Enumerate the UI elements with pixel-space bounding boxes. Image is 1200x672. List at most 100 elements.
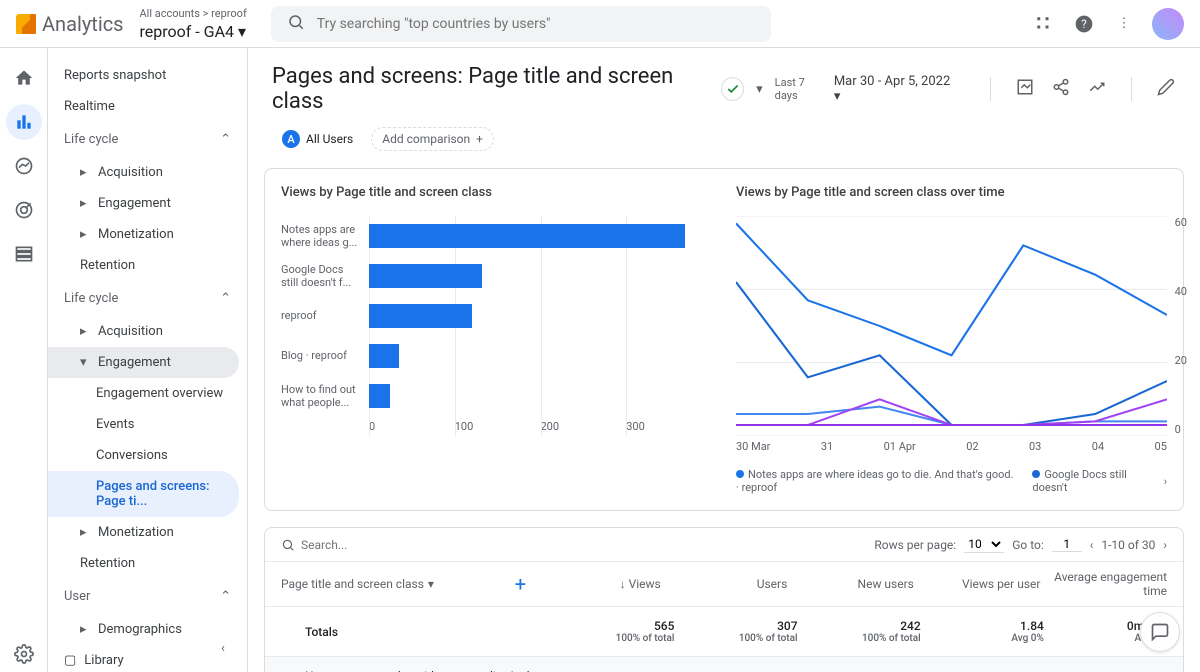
- sidebar-item-engagement-2[interactable]: ▾Engagement: [48, 347, 239, 378]
- sidebar-group-lifecycle-1[interactable]: Life cycle ⌃: [48, 122, 247, 157]
- line-chart: Views by Page title and screen class ove…: [736, 185, 1167, 494]
- search-box[interactable]: [271, 6, 771, 42]
- chevron-up-icon: ⌃: [220, 291, 231, 306]
- goto-input[interactable]: [1052, 537, 1082, 552]
- main-content: Pages and screens: Page title and screen…: [248, 48, 1200, 672]
- legend-item[interactable]: Google Docs still doesn't: [1032, 468, 1147, 494]
- verified-icon[interactable]: [721, 77, 744, 101]
- rows-per-page-select[interactable]: 10: [964, 536, 1004, 553]
- dimension-header[interactable]: Page title and screen class: [281, 577, 424, 591]
- chevron-up-icon: ⌃: [220, 132, 231, 147]
- rows-per-page-label: Rows per page:: [874, 538, 956, 552]
- rail-settings-icon[interactable]: [6, 636, 42, 672]
- report-header: Pages and screens: Page title and screen…: [248, 48, 1200, 122]
- plus-icon: +: [476, 132, 483, 146]
- chevron-up-icon: ⌃: [220, 589, 231, 604]
- dropdown-icon[interactable]: ▾: [756, 82, 763, 97]
- nav-rail: [0, 48, 48, 672]
- sidebar-item-conversions[interactable]: Conversions: [48, 440, 247, 471]
- th-views[interactable]: ↓ Views: [534, 577, 661, 591]
- app-name: Analytics: [42, 12, 124, 36]
- sidebar-item-snapshot[interactable]: Reports snapshot: [48, 60, 247, 91]
- bar-row[interactable]: Notes apps are where ideas g...: [281, 216, 712, 256]
- page-next-icon[interactable]: ›: [1163, 538, 1167, 552]
- sidebar-group-label: User: [64, 589, 90, 604]
- totals-label: Totals: [305, 625, 551, 639]
- page-prev-icon[interactable]: ‹: [1090, 538, 1094, 552]
- table-row[interactable]: 1 Notes apps are where ideas go to die. …: [265, 657, 1183, 672]
- add-comparison-button[interactable]: Add comparison +: [371, 127, 494, 151]
- feedback-button[interactable]: [1140, 612, 1180, 652]
- top-bar: Analytics All accounts > reproof reproof…: [0, 0, 1200, 48]
- sidebar-item-monetization-2[interactable]: ▸Monetization: [48, 517, 247, 548]
- th-new-users[interactable]: New users: [787, 577, 914, 591]
- comparison-badge-a: A: [282, 130, 300, 148]
- date-range-picker[interactable]: Mar 30 - Apr 5, 2022 ▾: [834, 74, 954, 104]
- legend-item[interactable]: Notes apps are where ideas go to die. An…: [736, 468, 1016, 494]
- bar-chart: Views by Page title and screen class Not…: [281, 185, 712, 494]
- rail-advertising-icon[interactable]: [6, 192, 42, 228]
- line-chart-title: Views by Page title and screen class ove…: [736, 185, 1167, 200]
- comparison-all-users[interactable]: A All Users: [272, 126, 363, 152]
- share-icon[interactable]: [1051, 77, 1071, 97]
- totals-row: Totals 565100% of total 307100% of total…: [265, 607, 1183, 657]
- sidebar-group-user[interactable]: User ⌃: [48, 579, 247, 614]
- sidebar-item-retention-2[interactable]: Retention: [48, 548, 247, 579]
- sidebar-group-label: Life cycle: [64, 132, 118, 147]
- help-icon[interactable]: ?: [1072, 12, 1096, 36]
- data-table: Rows per page: 10 Go to: ‹ 1-10 of 30 › …: [264, 527, 1184, 672]
- add-dimension-icon[interactable]: +: [515, 572, 526, 596]
- breadcrumb[interactable]: All accounts > reproof: [140, 7, 247, 20]
- sidebar-item-retention-1[interactable]: Retention: [48, 250, 247, 281]
- bar-row[interactable]: Google Docs still doesn't f...: [281, 256, 712, 296]
- rail-configure-icon[interactable]: [6, 236, 42, 272]
- collapse-sidebar-button[interactable]: ‹: [211, 636, 235, 660]
- analytics-logo-icon: [16, 14, 36, 34]
- date-label: Last 7 days: [775, 76, 828, 102]
- property-selector[interactable]: reproof - GA4 ▾: [140, 22, 247, 41]
- edit-icon[interactable]: [1156, 77, 1176, 97]
- th-avg-engagement[interactable]: Average engagement time: [1040, 570, 1167, 598]
- sidebar-item-pages-screens[interactable]: Pages and screens: Page ti...: [48, 471, 239, 517]
- dropdown-icon[interactable]: ▾: [428, 577, 434, 591]
- table-header-row: Page title and screen class ▾ + ↓ Views …: [265, 562, 1183, 607]
- sidebar-item-events[interactable]: Events: [48, 409, 247, 440]
- customize-icon[interactable]: [1015, 77, 1035, 97]
- rail-reports-icon[interactable]: [6, 104, 42, 140]
- svg-text:?: ?: [1081, 17, 1087, 31]
- sidebar-item-acquisition-1[interactable]: ▸Acquisition: [48, 157, 247, 188]
- sidebar-item-engagement-1[interactable]: ▸Engagement: [48, 188, 247, 219]
- sidebar-item-realtime[interactable]: Realtime: [48, 91, 247, 122]
- th-users[interactable]: Users: [661, 577, 788, 591]
- bar-chart-title: Views by Page title and screen class: [281, 185, 712, 200]
- logo[interactable]: Analytics: [16, 12, 124, 36]
- page-range: 1-10 of 30: [1101, 538, 1155, 552]
- legend-next-icon[interactable]: ›: [1164, 475, 1167, 488]
- sidebar-group-label: Life cycle: [64, 291, 118, 306]
- comparison-row: A All Users Add comparison +: [248, 122, 1200, 168]
- sidebar: Reports snapshot Realtime Life cycle ⌃ ▸…: [48, 48, 248, 672]
- sidebar-item-monetization-1[interactable]: ▸Monetization: [48, 219, 247, 250]
- charts-card: Views by Page title and screen class Not…: [264, 168, 1184, 511]
- rail-explore-icon[interactable]: [6, 148, 42, 184]
- th-views-per-user[interactable]: Views per user: [914, 577, 1041, 591]
- search-input[interactable]: [317, 16, 755, 32]
- library-icon: ▢: [64, 653, 76, 668]
- insights-icon[interactable]: [1087, 77, 1107, 97]
- more-icon[interactable]: ⋮: [1112, 12, 1136, 36]
- table-search[interactable]: [281, 538, 401, 552]
- apps-icon[interactable]: [1032, 12, 1056, 36]
- avatar[interactable]: [1152, 8, 1184, 40]
- sidebar-item-engagement-overview[interactable]: Engagement overview: [48, 378, 247, 409]
- goto-label: Go to:: [1012, 538, 1044, 552]
- search-icon: [287, 13, 305, 35]
- rail-home-icon[interactable]: [6, 60, 42, 96]
- sidebar-group-lifecycle-2[interactable]: Life cycle ⌃: [48, 281, 247, 316]
- table-toolbar: Rows per page: 10 Go to: ‹ 1-10 of 30 ›: [265, 528, 1183, 562]
- table-search-input[interactable]: [301, 538, 401, 552]
- bar-row[interactable]: reproof: [281, 296, 712, 336]
- bar-row[interactable]: How to find out what people...: [281, 376, 712, 416]
- sidebar-item-acquisition-2[interactable]: ▸Acquisition: [48, 316, 247, 347]
- property-name: reproof - GA4: [140, 22, 235, 41]
- bar-row[interactable]: Blog · reproof: [281, 336, 712, 376]
